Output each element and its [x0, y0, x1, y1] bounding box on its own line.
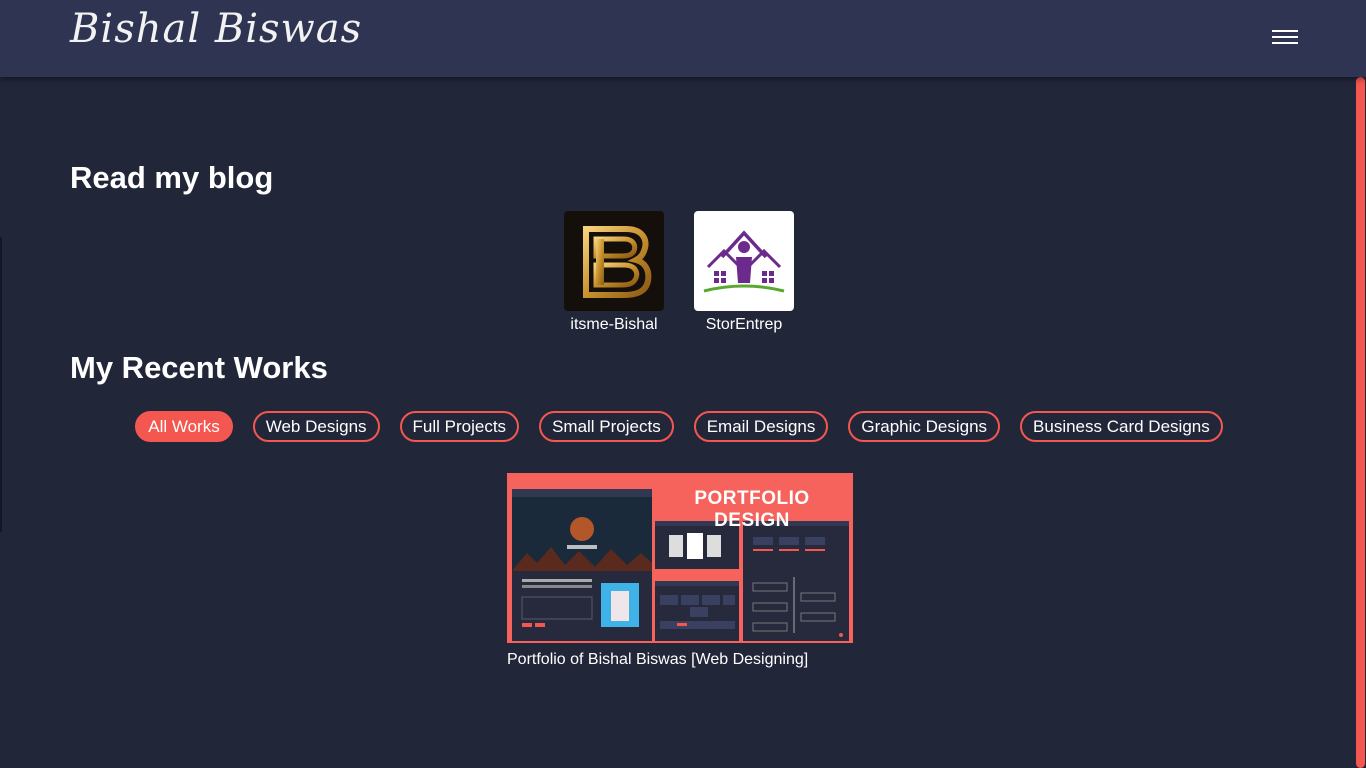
- filter-business-card-designs[interactable]: Business Card Designs: [1020, 411, 1223, 442]
- work-caption[interactable]: Portfolio of Bishal Biswas [Web Designin…: [507, 651, 853, 669]
- blog-link-itsme-bishal[interactable]: itsme-Bishal: [554, 211, 674, 334]
- filter-small-projects[interactable]: Small Projects: [539, 411, 674, 442]
- blog-label: StorEntrep: [705, 316, 783, 333]
- blog-section-title: Read my blog: [70, 160, 274, 195]
- hamburger-menu-icon[interactable]: [1268, 26, 1302, 50]
- house-person-logo: [694, 211, 794, 311]
- brand-logo-text[interactable]: Bishal Biswas: [70, 6, 362, 52]
- works-filter-bar: All Works Web Designs Full Projects Smal…: [0, 411, 1356, 442]
- work-thumbnail-heading: PORTFOLIO DESIGN: [694, 488, 810, 531]
- top-navbar: Bishal Biswas: [0, 0, 1366, 77]
- scrollbar-thumb[interactable]: [1356, 77, 1365, 768]
- work-card-portfolio[interactable]: PORTFOLIO DESIGN Portfolio of Bishal Bis…: [507, 473, 853, 669]
- work-thumbnail[interactable]: PORTFOLIO DESIGN: [507, 473, 853, 643]
- page-edge-divider: [0, 237, 2, 532]
- filter-email-designs[interactable]: Email Designs: [693, 411, 829, 442]
- blog-label: itsme-Bishal: [570, 316, 658, 333]
- blog-link-storentrep[interactable]: StorEntrep: [684, 211, 804, 334]
- works-section-title: My Recent Works: [70, 350, 328, 385]
- filter-all-works[interactable]: All Works: [135, 411, 233, 442]
- b-monogram-logo: [564, 211, 664, 311]
- filter-web-designs[interactable]: Web Designs: [252, 411, 380, 442]
- filter-graphic-designs[interactable]: Graphic Designs: [848, 411, 1001, 442]
- filter-full-projects[interactable]: Full Projects: [399, 411, 520, 442]
